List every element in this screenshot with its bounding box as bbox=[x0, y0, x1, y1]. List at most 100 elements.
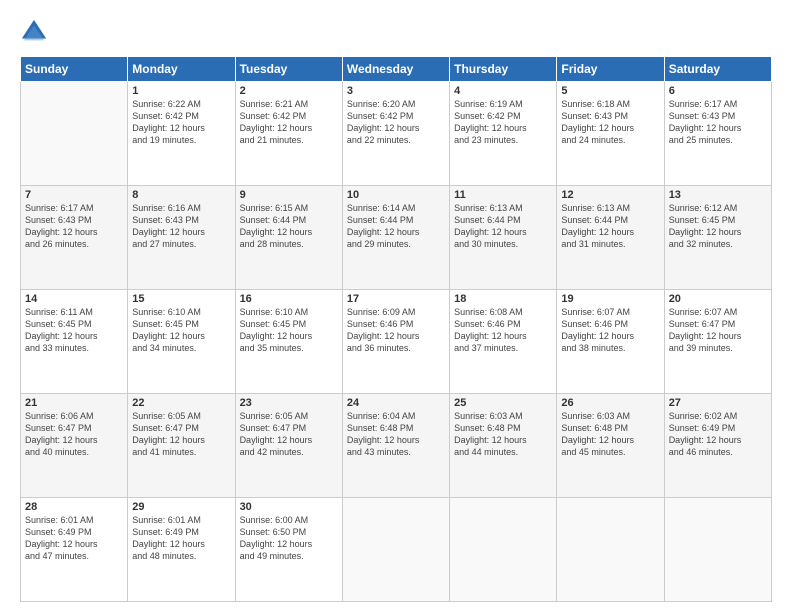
day-number: 8 bbox=[132, 189, 230, 201]
week-row-3: 14Sunrise: 6:11 AM Sunset: 6:45 PM Dayli… bbox=[21, 290, 772, 394]
cell-info: Sunrise: 6:03 AM Sunset: 6:48 PM Dayligh… bbox=[454, 410, 552, 459]
day-number: 4 bbox=[454, 85, 552, 97]
calendar-cell: 25Sunrise: 6:03 AM Sunset: 6:48 PM Dayli… bbox=[450, 394, 557, 498]
calendar-cell: 9Sunrise: 6:15 AM Sunset: 6:44 PM Daylig… bbox=[235, 186, 342, 290]
day-number: 17 bbox=[347, 293, 445, 305]
week-row-1: 1Sunrise: 6:22 AM Sunset: 6:42 PM Daylig… bbox=[21, 82, 772, 186]
day-number: 22 bbox=[132, 397, 230, 409]
header-day-saturday: Saturday bbox=[664, 57, 771, 82]
cell-info: Sunrise: 6:14 AM Sunset: 6:44 PM Dayligh… bbox=[347, 202, 445, 251]
calendar-cell: 6Sunrise: 6:17 AM Sunset: 6:43 PM Daylig… bbox=[664, 82, 771, 186]
calendar-cell: 15Sunrise: 6:10 AM Sunset: 6:45 PM Dayli… bbox=[128, 290, 235, 394]
cell-info: Sunrise: 6:19 AM Sunset: 6:42 PM Dayligh… bbox=[454, 98, 552, 147]
cell-info: Sunrise: 6:17 AM Sunset: 6:43 PM Dayligh… bbox=[25, 202, 123, 251]
cell-info: Sunrise: 6:21 AM Sunset: 6:42 PM Dayligh… bbox=[240, 98, 338, 147]
day-number: 10 bbox=[347, 189, 445, 201]
calendar-cell: 28Sunrise: 6:01 AM Sunset: 6:49 PM Dayli… bbox=[21, 498, 128, 602]
cell-info: Sunrise: 6:01 AM Sunset: 6:49 PM Dayligh… bbox=[25, 514, 123, 563]
calendar-cell: 21Sunrise: 6:06 AM Sunset: 6:47 PM Dayli… bbox=[21, 394, 128, 498]
day-number: 15 bbox=[132, 293, 230, 305]
cell-info: Sunrise: 6:17 AM Sunset: 6:43 PM Dayligh… bbox=[669, 98, 767, 147]
calendar-table: SundayMondayTuesdayWednesdayThursdayFrid… bbox=[20, 56, 772, 602]
calendar-cell bbox=[342, 498, 449, 602]
day-number: 24 bbox=[347, 397, 445, 409]
day-number: 26 bbox=[561, 397, 659, 409]
day-number: 27 bbox=[669, 397, 767, 409]
calendar-cell: 27Sunrise: 6:02 AM Sunset: 6:49 PM Dayli… bbox=[664, 394, 771, 498]
calendar-cell: 17Sunrise: 6:09 AM Sunset: 6:46 PM Dayli… bbox=[342, 290, 449, 394]
cell-info: Sunrise: 6:16 AM Sunset: 6:43 PM Dayligh… bbox=[132, 202, 230, 251]
cell-info: Sunrise: 6:11 AM Sunset: 6:45 PM Dayligh… bbox=[25, 306, 123, 355]
header-day-wednesday: Wednesday bbox=[342, 57, 449, 82]
cell-info: Sunrise: 6:07 AM Sunset: 6:47 PM Dayligh… bbox=[669, 306, 767, 355]
calendar-cell: 29Sunrise: 6:01 AM Sunset: 6:49 PM Dayli… bbox=[128, 498, 235, 602]
cell-info: Sunrise: 6:08 AM Sunset: 6:46 PM Dayligh… bbox=[454, 306, 552, 355]
calendar-cell: 23Sunrise: 6:05 AM Sunset: 6:47 PM Dayli… bbox=[235, 394, 342, 498]
day-number: 12 bbox=[561, 189, 659, 201]
cell-info: Sunrise: 6:04 AM Sunset: 6:48 PM Dayligh… bbox=[347, 410, 445, 459]
cell-info: Sunrise: 6:15 AM Sunset: 6:44 PM Dayligh… bbox=[240, 202, 338, 251]
day-number: 23 bbox=[240, 397, 338, 409]
cell-info: Sunrise: 6:10 AM Sunset: 6:45 PM Dayligh… bbox=[240, 306, 338, 355]
cell-info: Sunrise: 6:07 AM Sunset: 6:46 PM Dayligh… bbox=[561, 306, 659, 355]
day-number: 1 bbox=[132, 85, 230, 97]
day-number: 28 bbox=[25, 501, 123, 513]
calendar-cell: 3Sunrise: 6:20 AM Sunset: 6:42 PM Daylig… bbox=[342, 82, 449, 186]
cell-info: Sunrise: 6:12 AM Sunset: 6:45 PM Dayligh… bbox=[669, 202, 767, 251]
calendar-cell bbox=[664, 498, 771, 602]
day-number: 11 bbox=[454, 189, 552, 201]
day-number: 21 bbox=[25, 397, 123, 409]
day-number: 13 bbox=[669, 189, 767, 201]
calendar-cell: 18Sunrise: 6:08 AM Sunset: 6:46 PM Dayli… bbox=[450, 290, 557, 394]
day-number: 29 bbox=[132, 501, 230, 513]
day-number: 9 bbox=[240, 189, 338, 201]
calendar-cell: 14Sunrise: 6:11 AM Sunset: 6:45 PM Dayli… bbox=[21, 290, 128, 394]
day-number: 5 bbox=[561, 85, 659, 97]
cell-info: Sunrise: 6:05 AM Sunset: 6:47 PM Dayligh… bbox=[240, 410, 338, 459]
calendar-cell bbox=[21, 82, 128, 186]
calendar-cell: 30Sunrise: 6:00 AM Sunset: 6:50 PM Dayli… bbox=[235, 498, 342, 602]
calendar-cell: 13Sunrise: 6:12 AM Sunset: 6:45 PM Dayli… bbox=[664, 186, 771, 290]
calendar-cell: 16Sunrise: 6:10 AM Sunset: 6:45 PM Dayli… bbox=[235, 290, 342, 394]
logo-icon bbox=[20, 18, 48, 46]
cell-info: Sunrise: 6:13 AM Sunset: 6:44 PM Dayligh… bbox=[454, 202, 552, 251]
cell-info: Sunrise: 6:13 AM Sunset: 6:44 PM Dayligh… bbox=[561, 202, 659, 251]
calendar-body: 1Sunrise: 6:22 AM Sunset: 6:42 PM Daylig… bbox=[21, 82, 772, 602]
calendar-header: SundayMondayTuesdayWednesdayThursdayFrid… bbox=[21, 57, 772, 82]
cell-info: Sunrise: 6:00 AM Sunset: 6:50 PM Dayligh… bbox=[240, 514, 338, 563]
day-number: 30 bbox=[240, 501, 338, 513]
calendar-cell: 11Sunrise: 6:13 AM Sunset: 6:44 PM Dayli… bbox=[450, 186, 557, 290]
calendar-cell: 2Sunrise: 6:21 AM Sunset: 6:42 PM Daylig… bbox=[235, 82, 342, 186]
cell-info: Sunrise: 6:18 AM Sunset: 6:43 PM Dayligh… bbox=[561, 98, 659, 147]
calendar-cell: 22Sunrise: 6:05 AM Sunset: 6:47 PM Dayli… bbox=[128, 394, 235, 498]
page: SundayMondayTuesdayWednesdayThursdayFrid… bbox=[0, 0, 792, 612]
day-number: 19 bbox=[561, 293, 659, 305]
calendar-cell: 12Sunrise: 6:13 AM Sunset: 6:44 PM Dayli… bbox=[557, 186, 664, 290]
cell-info: Sunrise: 6:20 AM Sunset: 6:42 PM Dayligh… bbox=[347, 98, 445, 147]
calendar-cell: 5Sunrise: 6:18 AM Sunset: 6:43 PM Daylig… bbox=[557, 82, 664, 186]
day-number: 16 bbox=[240, 293, 338, 305]
calendar-cell bbox=[557, 498, 664, 602]
logo bbox=[20, 18, 52, 46]
day-number: 25 bbox=[454, 397, 552, 409]
week-row-2: 7Sunrise: 6:17 AM Sunset: 6:43 PM Daylig… bbox=[21, 186, 772, 290]
calendar-cell: 8Sunrise: 6:16 AM Sunset: 6:43 PM Daylig… bbox=[128, 186, 235, 290]
cell-info: Sunrise: 6:02 AM Sunset: 6:49 PM Dayligh… bbox=[669, 410, 767, 459]
cell-info: Sunrise: 6:05 AM Sunset: 6:47 PM Dayligh… bbox=[132, 410, 230, 459]
header-day-sunday: Sunday bbox=[21, 57, 128, 82]
day-number: 14 bbox=[25, 293, 123, 305]
calendar-cell: 1Sunrise: 6:22 AM Sunset: 6:42 PM Daylig… bbox=[128, 82, 235, 186]
header-day-monday: Monday bbox=[128, 57, 235, 82]
header bbox=[20, 18, 772, 46]
cell-info: Sunrise: 6:03 AM Sunset: 6:48 PM Dayligh… bbox=[561, 410, 659, 459]
calendar-cell bbox=[450, 498, 557, 602]
cell-info: Sunrise: 6:09 AM Sunset: 6:46 PM Dayligh… bbox=[347, 306, 445, 355]
header-day-thursday: Thursday bbox=[450, 57, 557, 82]
calendar-cell: 20Sunrise: 6:07 AM Sunset: 6:47 PM Dayli… bbox=[664, 290, 771, 394]
header-day-friday: Friday bbox=[557, 57, 664, 82]
cell-info: Sunrise: 6:10 AM Sunset: 6:45 PM Dayligh… bbox=[132, 306, 230, 355]
calendar-cell: 26Sunrise: 6:03 AM Sunset: 6:48 PM Dayli… bbox=[557, 394, 664, 498]
cell-info: Sunrise: 6:01 AM Sunset: 6:49 PM Dayligh… bbox=[132, 514, 230, 563]
week-row-4: 21Sunrise: 6:06 AM Sunset: 6:47 PM Dayli… bbox=[21, 394, 772, 498]
day-number: 20 bbox=[669, 293, 767, 305]
